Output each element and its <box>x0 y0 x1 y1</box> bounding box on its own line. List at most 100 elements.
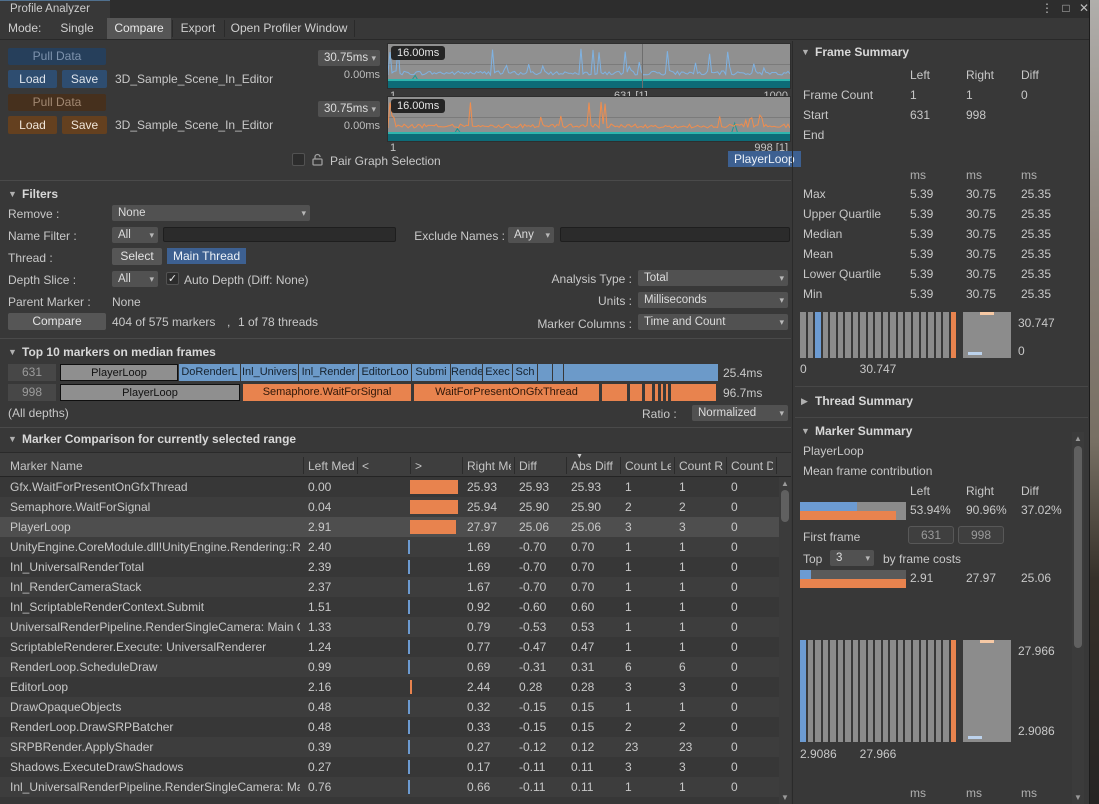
left-median-cell: 0.39 <box>308 740 331 754</box>
table-row[interactable]: Semaphore.WaitForSignal0.0425.9425.9025.… <box>0 497 779 517</box>
load-left-button[interactable]: Load <box>8 70 57 88</box>
close-icon[interactable]: ✕ <box>1076 1 1090 15</box>
exclude-mode-dropdown[interactable]: Any▾ <box>508 227 554 243</box>
pull-data-left-button[interactable]: Pull Data <box>8 48 106 65</box>
column-header-diff[interactable]: Diff <box>519 459 563 473</box>
marker-summary-subtitle: Mean frame contribution <box>803 464 932 478</box>
window-tab[interactable]: Profile Analyzer <box>0 0 110 18</box>
frame-graph-left[interactable]: 16.00ms <box>388 44 790 88</box>
column-header-abs-diff[interactable]: Abs Diff <box>571 459 617 473</box>
column-header-count-right[interactable]: Count R <box>679 459 723 473</box>
diff-cell: -0.11 <box>519 780 545 794</box>
table-scrollbar-thumb[interactable] <box>781 490 789 522</box>
column-header-count-left[interactable]: Count Left <box>625 459 671 473</box>
frame-summary-foldout-icon[interactable]: ▼ <box>801 47 810 57</box>
save-left-button[interactable]: Save <box>62 70 107 88</box>
pair-graph-checkbox[interactable] <box>292 153 305 166</box>
table-row[interactable]: EditorLoop2.162.440.280.28330 <box>0 677 779 697</box>
table-row[interactable]: RenderLoop.ScheduleDraw0.990.69-0.310.31… <box>0 657 779 677</box>
table-row[interactable]: Inl_UniversalRenderTotal2.391.69-0.700.7… <box>0 557 779 577</box>
marker-columns-dropdown[interactable]: Time and Count▾ <box>638 314 788 330</box>
units-label: Units : <box>500 294 632 308</box>
table-row[interactable]: ScriptableRenderer.Execute: UniversalRen… <box>0 637 779 657</box>
frame-graph-right[interactable]: 16.00ms <box>388 97 790 141</box>
frame-index-button[interactable]: 631 <box>8 364 56 381</box>
marker-summary-boxplot <box>963 640 1011 742</box>
table-row[interactable]: Inl_UniversalRenderPipeline.RenderSingle… <box>0 777 779 797</box>
maximize-icon[interactable]: □ <box>1058 1 1074 15</box>
column-header-lt[interactable]: < <box>362 459 402 473</box>
stat-right: 998 <box>966 108 986 122</box>
column-header-left-median[interactable]: Left Median <box>308 459 354 473</box>
histogram-bar <box>951 640 957 742</box>
frame-summary-histogram[interactable] <box>800 312 956 358</box>
table-row[interactable]: Gfx.WaitForPresentOnGfxThread0.0025.9325… <box>0 477 779 497</box>
first-frame-left-button[interactable]: 631 <box>908 526 954 544</box>
save-right-button[interactable]: Save <box>62 116 107 134</box>
filters-foldout-icon[interactable]: ▼ <box>8 189 17 199</box>
column-header-gt[interactable]: > <box>415 459 455 473</box>
open-profiler-window-button[interactable]: Open Profiler Window <box>225 18 353 39</box>
y-scale-dropdown-left[interactable]: 30.75ms▾ <box>318 50 380 66</box>
pull-data-right-button[interactable]: Pull Data <box>8 94 106 111</box>
export-button[interactable]: Export <box>173 18 223 39</box>
analysis-type-dropdown[interactable]: Total▾ <box>638 270 788 286</box>
boxplot-max-tick <box>980 312 994 315</box>
right-median-cell: 0.92 <box>467 600 490 614</box>
contribution-right-value: 90.96% <box>966 503 1007 517</box>
diff-cell: -0.31 <box>519 660 546 674</box>
scroll-up-icon[interactable]: ▲ <box>1072 434 1084 443</box>
units-dropdown[interactable]: Milliseconds▾ <box>638 292 788 308</box>
name-filter-input[interactable] <box>163 227 396 242</box>
right-median-cell: 0.17 <box>467 760 490 774</box>
unlock-icon[interactable] <box>311 152 324 167</box>
summary-scrollbar[interactable]: ▲ ▼ <box>1072 432 1084 804</box>
y-scale-dropdown-right[interactable]: 30.75ms▾ <box>318 101 380 117</box>
column-header-count-diff[interactable]: Count D <box>731 459 773 473</box>
compare-button[interactable]: Compare <box>8 313 106 330</box>
table-row[interactable]: RenderLoop.DrawSRPBatcher0.480.33-0.150.… <box>0 717 779 737</box>
comparison-foldout-icon[interactable]: ▼ <box>8 434 17 444</box>
frame-index-button[interactable]: 998 <box>8 384 56 401</box>
marker-summary-histogram[interactable] <box>800 640 956 742</box>
scroll-up-icon[interactable]: ▲ <box>779 479 791 488</box>
top-n-dropdown[interactable]: 3▾ <box>830 550 874 566</box>
ratio-dropdown[interactable]: Normalized▾ <box>692 405 788 421</box>
table-row[interactable]: SRPBRender.ApplyShader0.390.27-0.120.122… <box>0 737 779 757</box>
chevron-down-icon: ▾ <box>779 405 784 421</box>
scroll-down-icon[interactable]: ▼ <box>1072 793 1084 802</box>
top10-foldout-icon[interactable]: ▼ <box>8 347 17 357</box>
table-scrollbar[interactable]: ▲ ▼ <box>779 477 791 804</box>
name-filter-mode-dropdown[interactable]: All▾ <box>112 227 158 243</box>
column-header-right-median[interactable]: Right Median <box>467 459 511 473</box>
count-diff-cell: 0 <box>731 540 738 554</box>
count-right-cell: 3 <box>679 520 686 534</box>
pair-graph-label: Pair Graph Selection <box>330 154 441 168</box>
table-row[interactable]: Inl_RenderCameraStack2.371.67-0.700.7011… <box>0 577 779 597</box>
thread-select-button[interactable]: Select <box>112 248 162 265</box>
x-start-right: 1 <box>390 142 396 154</box>
table-row[interactable]: UnityEngine.CoreModule.dll!UnityEngine.R… <box>0 537 779 557</box>
menu-dots-icon[interactable]: ⋮ <box>1039 1 1055 15</box>
summary-scrollbar-thumb[interactable] <box>1074 446 1082 648</box>
depth-slice-dropdown[interactable]: All▾ <box>112 271 158 287</box>
scroll-down-icon[interactable]: ▼ <box>779 793 791 802</box>
table-row[interactable]: Inl_ScriptableRenderContext.Submit1.510.… <box>0 597 779 617</box>
table-row[interactable]: Shadows.ExecuteDrawShadows0.270.17-0.110… <box>0 757 779 777</box>
table-row[interactable]: UniversalRenderPipeline.RenderSingleCame… <box>0 617 779 637</box>
first-frame-right-button[interactable]: 998 <box>958 526 1004 544</box>
exclude-names-input[interactable] <box>560 227 790 242</box>
mode-single-button[interactable]: Single <box>48 18 106 39</box>
load-right-button[interactable]: Load <box>8 116 57 134</box>
first-frame-label: First frame <box>803 530 860 544</box>
marker-summary-foldout-icon[interactable]: ▼ <box>801 426 810 436</box>
count-left-cell: 1 <box>625 640 632 654</box>
auto-depth-checkbox[interactable]: ✓ <box>166 272 179 285</box>
mode-compare-button[interactable]: Compare <box>107 18 171 39</box>
stat-comma: , <box>227 315 230 329</box>
table-row[interactable]: PlayerLoop2.9127.9725.0625.06330 <box>0 517 779 537</box>
thread-summary-foldout-icon[interactable]: ▶ <box>801 396 808 407</box>
column-header-marker-name[interactable]: Marker Name <box>10 459 298 473</box>
table-row[interactable]: DrawOpaqueObjects0.480.32-0.150.15110 <box>0 697 779 717</box>
remove-dropdown[interactable]: None▾ <box>112 205 310 221</box>
